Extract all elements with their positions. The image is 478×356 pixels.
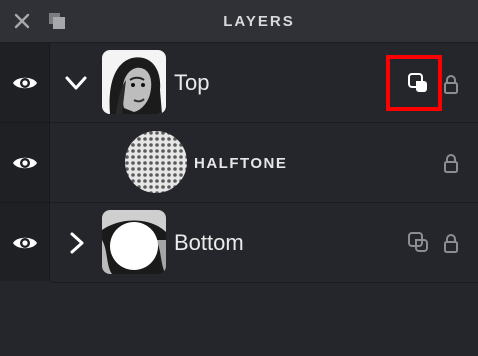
visibility-toggle-halftone[interactable]	[0, 123, 49, 202]
halftone-thumbnail	[125, 131, 187, 193]
chevron-down-icon[interactable]	[64, 71, 88, 95]
layer-name-bottom[interactable]: Bottom	[174, 230, 244, 256]
visibility-column	[0, 43, 50, 281]
clipping-mask-icon[interactable]	[407, 72, 429, 94]
panel-title: LAYERS	[223, 13, 295, 30]
layer-row-bottom[interactable]: Bottom	[50, 203, 478, 283]
layer-row-halftone[interactable]: HALFTONE	[50, 123, 478, 203]
eye-icon	[12, 157, 37, 168]
layers-panel: LAYERS Top HALFTONE Bottom	[0, 0, 478, 356]
lock-icon[interactable]	[443, 74, 459, 94]
visibility-toggle-top[interactable]	[0, 43, 49, 122]
layer-thumbnail-top	[102, 50, 166, 114]
lock-icon[interactable]	[443, 233, 459, 253]
effect-name-halftone[interactable]: HALFTONE	[194, 155, 287, 172]
eye-icon	[12, 237, 37, 248]
visibility-toggle-bottom[interactable]	[0, 203, 49, 282]
eye-icon	[12, 77, 37, 88]
clipping-mask-icon[interactable]	[407, 231, 429, 253]
panel-header: LAYERS	[0, 0, 478, 43]
layer-row-top[interactable]: Top	[50, 43, 478, 123]
layer-name-top[interactable]: Top	[174, 70, 209, 96]
chevron-right-icon[interactable]	[64, 231, 88, 255]
lock-icon[interactable]	[443, 153, 459, 173]
layer-thumbnail-bottom	[102, 210, 166, 274]
